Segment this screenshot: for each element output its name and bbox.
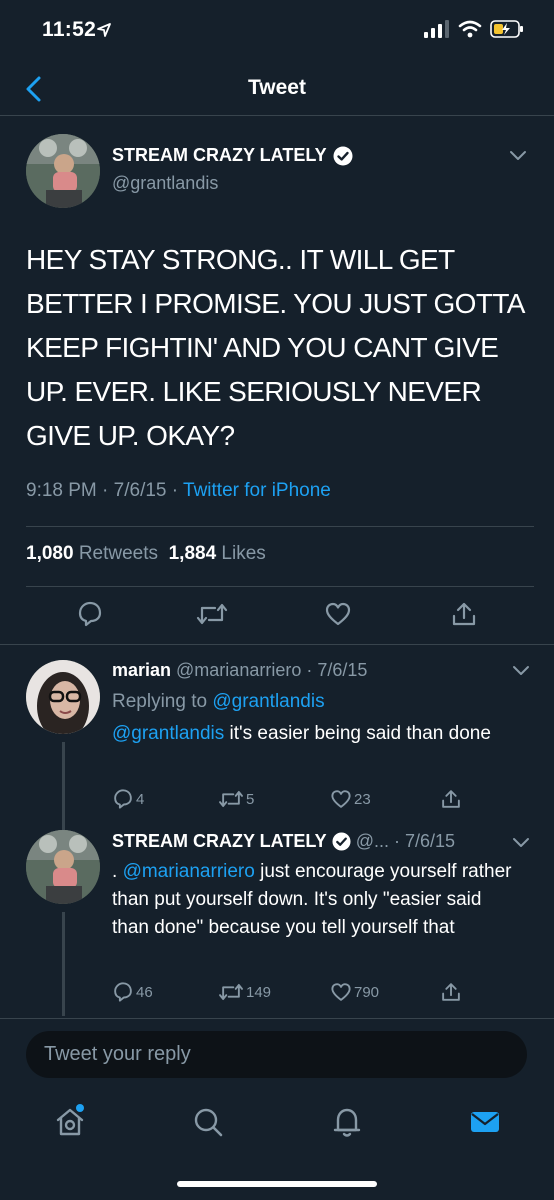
replying-prefix: Replying to: [112, 691, 213, 712]
reply-text: . @marianarriero just encourage yourself…: [112, 858, 522, 942]
home-indicator: [177, 1181, 377, 1187]
wifi-icon: [458, 20, 482, 38]
tweet-stats: 1,080 Retweets 1,884 Likes: [26, 543, 266, 565]
share-icon: [442, 983, 460, 1001]
author-avatar[interactable]: [26, 134, 100, 208]
reply-date: · 7/6/15: [393, 831, 456, 851]
like-heart-icon[interactable]: [324, 600, 352, 628]
divider: [0, 644, 554, 645]
reply-button[interactable]: 46: [112, 981, 153, 1003]
reply-actions: 4 5 23: [0, 788, 554, 814]
retweet-icon: [219, 983, 243, 1001]
retweets-label[interactable]: Retweets: [79, 543, 158, 564]
search-tab-icon[interactable]: [190, 1104, 226, 1140]
reply-mention[interactable]: @grantlandis: [112, 723, 224, 744]
author-handle[interactable]: @grantlandis: [112, 173, 218, 194]
verified-badge-icon: [332, 832, 351, 851]
reply-author-name[interactable]: STREAM CRAZY LATELY: [112, 831, 327, 852]
reply-header: marian @marianarriero · 7/6/15: [112, 660, 367, 681]
status-icons: [424, 20, 524, 38]
replying-to: Replying to @grantlandis: [112, 688, 325, 716]
chevron-down-icon[interactable]: [512, 836, 530, 848]
share-icon: [442, 790, 460, 808]
home-tab-icon[interactable]: [52, 1104, 88, 1140]
reply-text: @grantlandis it's easier being said than…: [112, 720, 522, 748]
verified-badge-icon: [333, 146, 353, 165]
tweet-actions: [0, 598, 554, 632]
author-name[interactable]: STREAM CRAZY LATELY: [112, 145, 353, 166]
status-time: 11:52: [42, 18, 97, 41]
meta-separator: ·: [102, 480, 109, 501]
reply-icon[interactable]: [76, 600, 104, 628]
retweet-button[interactable]: 149: [218, 981, 271, 1003]
reply-button[interactable]: 4: [112, 788, 144, 810]
reply-author-handle[interactable]: @...: [356, 831, 389, 852]
notifications-tab-icon[interactable]: [329, 1104, 365, 1140]
reply-prefix: .: [112, 861, 123, 882]
like-heart-icon: [331, 983, 351, 1001]
tweet-source-link[interactable]: Twitter for iPhone: [183, 480, 331, 501]
retweet-count: 5: [246, 790, 255, 808]
like-count: 790: [354, 983, 380, 1001]
like-button[interactable]: 23: [330, 788, 371, 810]
likes-label[interactable]: Likes: [221, 543, 265, 564]
like-heart-icon: [331, 790, 351, 808]
reply-avatar[interactable]: [26, 660, 100, 734]
retweet-button[interactable]: 5: [218, 788, 254, 810]
reply-author-name[interactable]: marian: [112, 660, 171, 681]
page-title: Tweet: [248, 76, 306, 99]
location-arrow-icon: [97, 23, 111, 37]
tweet-text: HEY STAY STRONG.. IT WILL GET BETTER I P…: [26, 244, 524, 451]
share-button[interactable]: [440, 788, 462, 810]
likes-count[interactable]: 1,884: [169, 543, 217, 564]
reply-count: 46: [136, 983, 153, 1001]
retweet-icon: [219, 790, 243, 808]
reply-input[interactable]: [26, 1031, 527, 1078]
reply-author-handle[interactable]: @marianarriero: [176, 660, 301, 681]
battery-charging-icon: [490, 20, 523, 38]
like-count: 23: [354, 790, 371, 808]
thread-line: [62, 742, 65, 832]
retweet-count: 149: [246, 983, 272, 1001]
chevron-down-icon[interactable]: [508, 148, 528, 162]
share-icon[interactable]: [450, 600, 478, 628]
reply-actions: 46 149 790: [0, 981, 554, 1007]
reply-icon: [114, 982, 132, 1002]
share-button[interactable]: [440, 981, 462, 1003]
reply-text-body: it's easier being said than done: [224, 723, 491, 744]
messages-tab-icon[interactable]: [467, 1104, 503, 1140]
divider: [26, 526, 534, 527]
retweet-icon[interactable]: [196, 600, 228, 628]
divider: [26, 586, 534, 587]
like-button[interactable]: 790: [330, 981, 379, 1003]
reply-header: STREAM CRAZY LATELY @... · 7/6/15: [112, 831, 455, 852]
reply-avatar[interactable]: [26, 830, 100, 904]
reply-icon: [114, 789, 132, 809]
navigation-bar: Tweet: [0, 62, 554, 116]
meta-separator: ·: [171, 480, 179, 501]
tweet-time: 9:18 PM: [26, 480, 97, 501]
reply-count: 4: [136, 790, 145, 808]
author-name-text: STREAM CRAZY LATELY: [112, 145, 327, 165]
tweet-meta: 9:18 PM · 7/6/15 · Twitter for iPhone: [26, 480, 331, 502]
replying-to-handle[interactable]: @grantlandis: [212, 691, 324, 712]
reply-mention[interactable]: @marianarriero: [123, 861, 255, 882]
reply-date: · 7/6/15: [306, 660, 368, 680]
tweet-date: 7/6/15: [113, 480, 167, 501]
chevron-down-icon[interactable]: [512, 664, 530, 676]
signal-icon: [424, 20, 449, 38]
retweets-count[interactable]: 1,080: [26, 543, 74, 564]
status-bar: 11:52: [0, 0, 554, 62]
